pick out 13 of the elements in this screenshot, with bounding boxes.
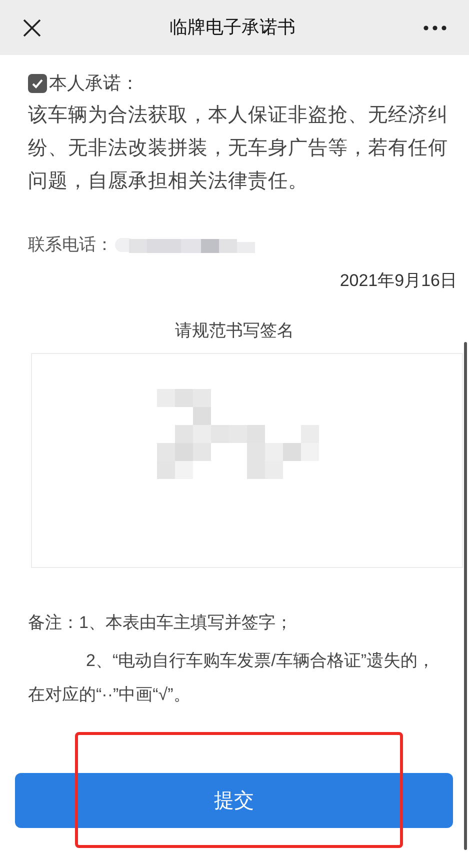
close-icon [22, 18, 42, 38]
page-title: 临牌电子承诺书 [170, 16, 296, 39]
date-text: 2021年9月16日 [340, 270, 457, 292]
pledge-label: 本人承诺： [49, 72, 139, 94]
checkbox[interactable] [28, 74, 47, 92]
contact-label: 联系电话： [28, 234, 113, 256]
signature-label: 请规范书写签名 [175, 320, 294, 342]
more-icon [423, 24, 447, 30]
submit-button[interactable]: 提交 [15, 773, 453, 828]
note-text: 2、“电动自行车购车发票/车辆合格证”遗失的，在对应的“··”中画“√”。 [28, 650, 436, 706]
pledge-text: 该车辆为合法获取，本人保证非盗抢、无经济纠纷、无非法改装拼装，无车身广告等，若有任何问题，自愿承担相关法律责任。 [28, 103, 449, 194]
check-icon [31, 76, 44, 90]
note-text: 备注：1、本表由车主填写并签字； [28, 612, 294, 634]
